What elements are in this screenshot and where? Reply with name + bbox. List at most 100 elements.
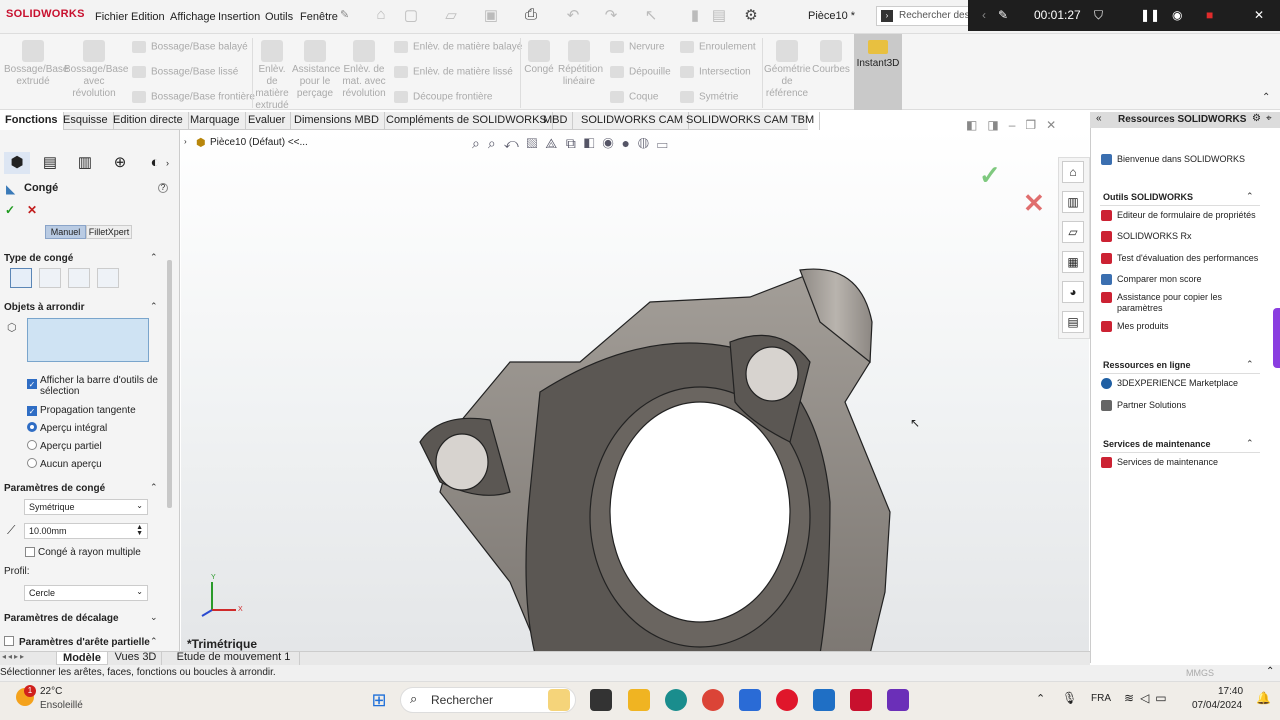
variable-radius-fillet-icon[interactable] bbox=[39, 268, 61, 288]
more-panels-arrow-icon[interactable]: › bbox=[166, 158, 169, 168]
courbes-button[interactable]: Courbes bbox=[812, 40, 850, 76]
menu-fichier[interactable]: Fichier bbox=[95, 11, 128, 23]
heads-up-view-toolbar[interactable]: ⌕⌕⤺▧⟁⧉◧◉●◍▭ bbox=[472, 135, 676, 152]
checkbox-arete-partielle[interactable] bbox=[4, 636, 14, 649]
shield-icon[interactable]: ⛉ bbox=[1094, 8, 1103, 23]
appearances-scenes-icon[interactable]: ◕ bbox=[1062, 281, 1084, 303]
part-3d-model[interactable] bbox=[400, 262, 900, 654]
unit-system[interactable]: MMGS bbox=[1186, 668, 1214, 678]
link-assistance-copier[interactable]: Assistance pour copier les paramètres bbox=[1101, 292, 1251, 314]
property-manager-icon[interactable]: ▤ bbox=[37, 152, 63, 174]
expand-caret-icon[interactable]: ⌃ bbox=[150, 636, 158, 647]
view-palette-icon[interactable]: ▦ bbox=[1062, 251, 1084, 273]
menu-edition[interactable]: Edition bbox=[131, 11, 165, 23]
dimxpert-icon[interactable]: ⊕ bbox=[107, 152, 133, 174]
cancel-x-icon[interactable]: ✕ bbox=[27, 203, 37, 217]
decoupe-frontiere-button[interactable]: Découpe frontière bbox=[394, 91, 493, 103]
full-round-fillet-icon[interactable] bbox=[97, 268, 119, 288]
collapse-caret-icon[interactable]: ⌃ bbox=[1246, 191, 1254, 202]
screen-recorder-taskbar-icon[interactable] bbox=[887, 689, 909, 711]
tab-etude-mouvement[interactable]: Etude de mouvement 1 bbox=[168, 651, 300, 665]
close-document-icon[interactable]: ✕ bbox=[1046, 118, 1066, 132]
radio-aucun-apercu[interactable] bbox=[27, 458, 37, 471]
design-library-icon[interactable]: ▥ bbox=[1062, 191, 1084, 213]
enlev-extrude-button[interactable]: Enlèv. de matière extrudé bbox=[254, 40, 290, 112]
section-arete-partielle[interactable]: Paramètres d'arête partielle bbox=[19, 637, 150, 648]
pen-icon[interactable]: ✎ bbox=[998, 8, 1008, 22]
collapse-caret-icon[interactable]: ⌃ bbox=[150, 301, 158, 312]
opera-browser-icon[interactable] bbox=[776, 689, 798, 711]
battery-icon[interactable]: ▭ bbox=[1155, 691, 1172, 705]
section-view-icon[interactable]: ▧ bbox=[527, 135, 546, 151]
photos-app-icon[interactable] bbox=[813, 689, 835, 711]
file-properties-icon[interactable]: ▤ bbox=[708, 6, 730, 26]
tab-vues-3d[interactable]: Vues 3D bbox=[110, 651, 162, 665]
radio-apercu-integral[interactable] bbox=[27, 422, 37, 435]
flyout-feature-tree[interactable]: Pièce10 (Défaut) <<... bbox=[210, 137, 308, 148]
link-comparer-score[interactable]: Comparer mon score bbox=[1101, 274, 1202, 286]
radio-apercu-partiel[interactable] bbox=[27, 440, 37, 453]
microphone-icon[interactable]: 🎙 bbox=[1062, 691, 1077, 705]
section-outils-solidworks[interactable]: Outils SOLIDWORKS bbox=[1103, 192, 1193, 202]
new-document-icon[interactable]: ▢ bbox=[400, 6, 422, 26]
pause-icon[interactable]: ❚❚ bbox=[1140, 8, 1160, 22]
side-widget-handle[interactable] bbox=[1273, 308, 1280, 368]
menu-affichage[interactable]: Affichage bbox=[170, 11, 216, 23]
chrome-browser-icon[interactable] bbox=[702, 689, 724, 711]
tile-left-icon[interactable]: ◧ bbox=[966, 118, 987, 132]
enlev-revolution-button[interactable]: Enlèv. de mat. avec révolution bbox=[340, 40, 388, 100]
zoom-fit-icon[interactable]: ⌕ bbox=[472, 135, 488, 151]
configuration-manager-icon[interactable]: ▥ bbox=[72, 152, 98, 174]
close-recorder-icon[interactable]: ✕ bbox=[1254, 8, 1264, 22]
menu-insertion[interactable]: Insertion bbox=[218, 11, 260, 23]
pin-icon[interactable]: ✎ bbox=[340, 8, 349, 21]
nervure-button[interactable]: Nervure bbox=[610, 41, 665, 53]
file-explorer-taskbar-icon[interactable] bbox=[628, 689, 650, 711]
copilot-highlight-icon[interactable] bbox=[548, 689, 570, 711]
minimize-icon[interactable]: – bbox=[1009, 118, 1026, 132]
save-icon[interactable]: ▣ bbox=[480, 6, 502, 26]
zoom-area-icon[interactable]: ⌕ bbox=[488, 135, 504, 151]
open-icon[interactable]: ▱ bbox=[440, 6, 462, 26]
status-options-icon[interactable]: ⌃ bbox=[1266, 666, 1274, 677]
tile-right-icon[interactable]: ◨ bbox=[987, 118, 1008, 132]
confirm-corner-ok-icon[interactable]: ✓ bbox=[979, 160, 1001, 191]
tab-edition-directe[interactable]: Edition directe bbox=[108, 112, 189, 130]
system-tray-chevron-icon[interactable]: ⌃ bbox=[1036, 692, 1045, 705]
solidworks-resources-home-icon[interactable]: ⌂ bbox=[1062, 161, 1084, 183]
link-partner-solutions[interactable]: Partner Solutions bbox=[1101, 400, 1186, 412]
bossage-lisse-button[interactable]: Bossage/Base lissé bbox=[132, 66, 238, 78]
collapse-caret-icon[interactable]: ⌃ bbox=[1246, 359, 1254, 370]
tab-mbd[interactable]: MBD bbox=[538, 112, 574, 130]
tab-solidworks-cam[interactable]: SOLIDWORKS CAM bbox=[576, 112, 690, 130]
apply-scene-icon[interactable]: ◍ bbox=[638, 135, 657, 151]
depouille-button[interactable]: Dépouille bbox=[610, 66, 671, 78]
symetrie-button[interactable]: Symétrie bbox=[680, 91, 738, 103]
stop-record-icon[interactable]: ■ bbox=[1206, 8, 1213, 22]
tab-fonctions[interactable]: Fonctions bbox=[0, 112, 64, 130]
edge-browser-icon[interactable] bbox=[665, 689, 687, 711]
system-tray-icons[interactable]: ≋◁▭ bbox=[1124, 691, 1173, 705]
file-explorer-icon[interactable]: ▱ bbox=[1062, 221, 1084, 243]
solidworks-taskbar-icon[interactable] bbox=[850, 689, 872, 711]
hide-show-items-icon[interactable]: ◉ bbox=[602, 135, 621, 151]
tab-solidworks-cam-tbm[interactable]: SOLIDWORKS CAM TBM bbox=[681, 112, 821, 130]
ok-check-icon[interactable]: ✓ bbox=[5, 203, 15, 217]
radius-input[interactable]: 10.00mm ▲ ▼ bbox=[24, 523, 148, 539]
bossage-balaye-button[interactable]: Bossage/Base balayé bbox=[132, 41, 248, 53]
solidworks-logo[interactable]: SOLIDWORKS bbox=[6, 8, 85, 20]
wifi-icon[interactable]: ≋ bbox=[1124, 691, 1140, 705]
link-test-evaluation[interactable]: Test d'évaluation des performances bbox=[1101, 253, 1258, 265]
custom-properties-icon[interactable]: ▤ bbox=[1062, 311, 1084, 333]
enroulement-button[interactable]: Enroulement bbox=[680, 41, 756, 53]
tab-complements[interactable]: Compléments de SOLIDWORKS bbox=[381, 112, 553, 130]
input-language[interactable]: FRA bbox=[1091, 693, 1111, 704]
collapse-caret-icon[interactable]: ⌃ bbox=[1246, 438, 1254, 449]
section-services-maintenance[interactable]: Services de maintenance bbox=[1103, 439, 1211, 449]
intersection-button[interactable]: Intersection bbox=[680, 66, 751, 78]
display-style-icon[interactable]: ◧ bbox=[584, 135, 603, 151]
windows-start-icon[interactable]: ⊞ bbox=[368, 689, 390, 711]
tree-expand-icon[interactable]: › bbox=[184, 137, 187, 146]
search-commands-input[interactable]: › Rechercher des c bbox=[876, 6, 972, 26]
enlev-lisse-button[interactable]: Enlèv. de matière lissé bbox=[394, 66, 513, 78]
